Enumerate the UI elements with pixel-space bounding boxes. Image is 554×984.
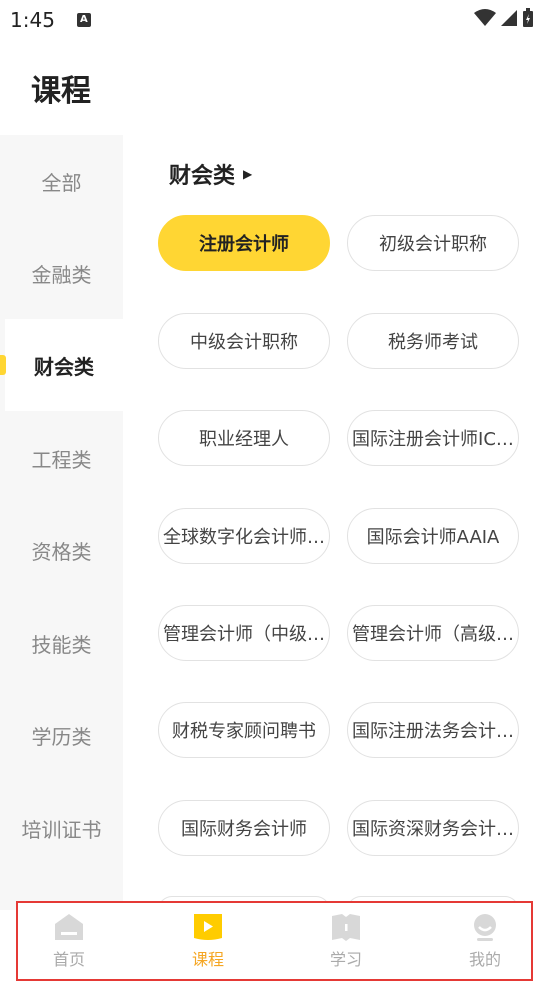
course-chip[interactable]: 注册会计师 (158, 215, 330, 271)
page-title: 课程 (31, 74, 91, 109)
sidebar-item-education[interactable]: 学历类 (0, 689, 123, 781)
tab-home[interactable]: 首页 (9, 903, 129, 979)
course-chip[interactable]: 中级会计职称 (158, 313, 330, 369)
tab-profile-label: 我的 (468, 950, 501, 969)
sidebar-item-training-cert[interactable]: 培训证书 (0, 782, 123, 874)
course-chip-label: 国际资深财务会计… (352, 819, 514, 840)
course-chip-label: 国际注册会计师IC… (352, 429, 514, 450)
profile-icon (474, 914, 496, 941)
sidebar-item-skills[interactable]: 技能类 (0, 597, 123, 689)
course-chip[interactable]: 国际财务会计师 (158, 800, 330, 856)
tab-course[interactable]: 课程 (148, 903, 268, 979)
sidebar-item-qualification[interactable]: 资格类 (0, 504, 123, 596)
sidebar-item-all[interactable]: 全部 (0, 135, 123, 227)
course-chip-label: 职业经理人 (199, 429, 289, 450)
tab-home-label: 首页 (52, 950, 85, 969)
course-chip-label: 管理会计师（中级… (163, 624, 325, 645)
course-chip-label: 国际会计师AAIA (366, 527, 500, 548)
active-indicator (0, 355, 6, 375)
course-chip[interactable]: 国际会计师AAIA (347, 508, 519, 564)
category-sidebar: 全部 金融类 财会类 工程类 资格类 技能类 学历类 培训证书 (0, 135, 123, 910)
course-chip[interactable]: 管理会计师（高级… (347, 605, 519, 661)
course-chip-label: 全球数字化会计师… (163, 527, 325, 548)
course-chip[interactable]: 国际注册法务会计… (347, 702, 519, 758)
battery-icon (523, 8, 533, 27)
course-chip-label: 财税专家顾问聘书 (172, 721, 316, 742)
sidebar-item-engineering[interactable]: 工程类 (0, 412, 123, 504)
course-chip-label: 国际注册法务会计… (352, 721, 514, 742)
tab-course-label: 课程 (191, 950, 224, 969)
signal-icon (501, 10, 517, 26)
course-chip[interactable]: 财税专家顾问聘书 (158, 702, 330, 758)
wifi-icon (474, 9, 496, 26)
course-chip-label: 国际财务会计师 (181, 819, 307, 840)
course-chip[interactable]: 全球数字化会计师… (158, 508, 330, 564)
course-chip[interactable]: 职业经理人 (158, 410, 330, 466)
sidebar-item-accounting[interactable]: 财会类 (5, 319, 123, 411)
course-icon (194, 914, 222, 940)
section-title-label: 财会类 (169, 164, 236, 189)
course-chip-label: 初级会计职称 (379, 234, 487, 255)
section-title[interactable]: 财会类 ▶ (169, 158, 252, 190)
status-bar: 1:45 A (0, 0, 554, 40)
course-chip[interactable]: 管理会计师（中级… (158, 605, 330, 661)
home-icon (55, 914, 83, 940)
status-icons (474, 8, 534, 28)
course-chip-label: 注册会计师 (199, 234, 289, 255)
bottom-tab-bar: 首页 课程 学习 我的 (16, 901, 533, 981)
sidebar-item-finance[interactable]: 金融类 (0, 227, 123, 319)
book-icon (332, 914, 360, 941)
course-chip[interactable]: 国际注册会计师IC… (347, 410, 519, 466)
course-chip-label: 中级会计职称 (190, 332, 298, 353)
tab-study[interactable]: 学习 (286, 903, 406, 979)
tab-profile[interactable]: 我的 (425, 903, 545, 979)
course-chip-label: 管理会计师（高级… (352, 624, 514, 645)
tab-study-label: 学习 (329, 950, 362, 969)
notification-icon: A (76, 13, 91, 27)
course-chip-label: 税务师考试 (388, 332, 478, 353)
course-chip[interactable]: 初级会计职称 (347, 215, 519, 271)
caret-right-icon: ▶ (243, 167, 253, 181)
course-chip[interactable]: 税务师考试 (347, 313, 519, 369)
status-time: 1:45 (10, 8, 55, 32)
course-chip[interactable]: 国际资深财务会计… (347, 800, 519, 856)
